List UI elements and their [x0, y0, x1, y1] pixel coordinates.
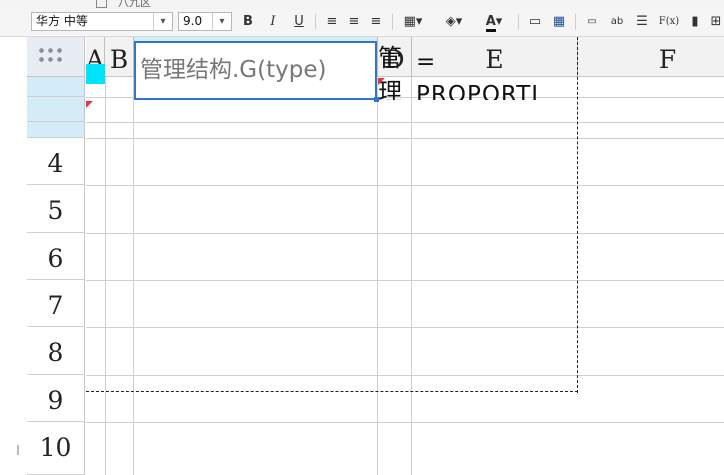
font-color-icon[interactable]: A▾	[478, 13, 510, 32]
text-icon[interactable]: ab	[608, 13, 626, 31]
row-header-8[interactable]: 8	[27, 327, 85, 375]
cyan-cell-a2[interactable]	[86, 64, 105, 84]
align-right-icon[interactable]: ≡	[367, 13, 385, 31]
font-family-value: 华方 中等	[36, 14, 88, 28]
gridline	[411, 77, 412, 475]
function-icon[interactable]: F(x)	[658, 13, 680, 31]
select-all-corner[interactable]	[27, 37, 85, 77]
gridline	[86, 185, 724, 186]
gridline	[86, 233, 724, 234]
italic-button[interactable]: I	[265, 13, 281, 31]
left-gutter	[0, 37, 27, 475]
cell-style-icon[interactable]: ▭	[526, 13, 544, 31]
toolbar-separator	[315, 14, 316, 30]
borders-icon[interactable]: ▦▾	[399, 13, 427, 31]
chevron-down-icon: ▾	[212, 13, 231, 30]
gridline	[86, 280, 724, 281]
font-size-select[interactable]: 9.0 ▾	[178, 12, 232, 31]
chevron-down-icon: ▾	[153, 13, 172, 30]
gridline	[86, 375, 724, 376]
cell-e-line-1: =	[416, 49, 436, 75]
row-header-2[interactable]	[27, 97, 85, 122]
gridline	[86, 122, 724, 123]
column-header-b[interactable]: B	[105, 37, 134, 77]
more-icon[interactable]: ⊞	[708, 13, 724, 31]
font-family-select[interactable]: 华方 中等 ▾	[31, 12, 173, 31]
bold-button[interactable]: B	[240, 13, 256, 31]
toolbar-separator	[575, 14, 576, 30]
cell-c-selected[interactable]: 管理结构.G(type)	[134, 41, 377, 100]
comment-marker-icon	[378, 78, 385, 85]
align-center-icon[interactable]: ≡	[345, 13, 363, 31]
formatting-toolbar: 华方 中等 ▾ 9.0 ▾ B I U ≡ ≡ ≡ ▦▾ ◈▾ A▾ ▭ ▦ ▭…	[0, 9, 724, 37]
toolbar-separator	[518, 14, 519, 30]
cell-d-text: 管理	[378, 44, 402, 100]
merge-icon[interactable]: ▭	[583, 13, 601, 31]
row-header-3[interactable]	[27, 122, 85, 138]
row-header-10[interactable]: 10	[27, 422, 85, 475]
fill-color-icon[interactable]: ◈▾	[439, 13, 469, 31]
gridline	[86, 327, 724, 328]
comment-marker-icon	[86, 101, 93, 108]
row-header-5[interactable]: 5	[27, 185, 85, 233]
column-header-f[interactable]: F	[578, 37, 724, 77]
wrap-icon[interactable]: ☰	[633, 13, 651, 31]
underline-button[interactable]: U	[291, 13, 307, 31]
align-left-icon[interactable]: ≡	[323, 13, 341, 31]
gridline	[86, 422, 724, 423]
row-header-4[interactable]: 4	[27, 138, 85, 185]
table-icon[interactable]: ▦	[550, 13, 568, 31]
gridline	[133, 77, 134, 475]
gridline	[105, 77, 106, 475]
grid-dots-icon	[37, 46, 64, 66]
row-header-1[interactable]	[27, 77, 85, 97]
page-break-vertical	[577, 37, 578, 393]
cell-e[interactable]: = PROPORTI	[412, 41, 577, 100]
cell-d[interactable]: 管理	[378, 41, 411, 100]
gridline	[377, 77, 378, 475]
gridline	[86, 138, 724, 139]
page-break-horizontal	[86, 391, 578, 392]
spreadsheet-grid: A B C D E F 4 5 6 7 8 9 10	[0, 37, 724, 475]
row-header-9[interactable]: 9	[27, 375, 85, 422]
row-header-6[interactable]: 6	[27, 233, 85, 280]
chart-icon[interactable]: ▮	[686, 13, 704, 31]
font-size-value: 9.0	[183, 14, 203, 28]
document-icon	[96, 0, 107, 8]
cell-e-line-2: PROPORTI	[416, 82, 540, 100]
toolbar-separator	[392, 14, 393, 30]
row-header-7[interactable]: 7	[27, 280, 85, 327]
